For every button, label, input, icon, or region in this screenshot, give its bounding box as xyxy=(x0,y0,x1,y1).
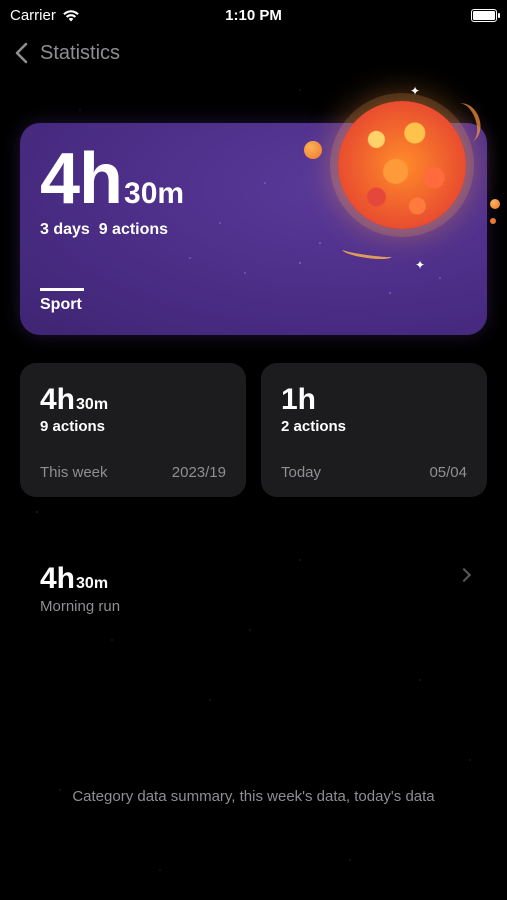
planet-icon xyxy=(338,101,466,229)
week-duration: 4h 30m xyxy=(40,383,108,417)
hero-summary: 3 days 9 actions xyxy=(40,221,169,238)
week-footer: This week 2023/19 xyxy=(40,464,226,481)
small-moon-icon xyxy=(304,141,322,159)
tiny-moon-icon xyxy=(490,199,500,209)
week-actions: 9 actions xyxy=(40,418,106,435)
activity-name: Morning run xyxy=(40,598,121,615)
today-hours: 1h xyxy=(281,383,317,416)
category-hero-card[interactable]: ✦ ✦ 4h 30m 3 days 9 actions Sport xyxy=(20,85,500,335)
sparkle-icon: ✦ xyxy=(410,84,421,98)
battery-icon xyxy=(471,8,500,22)
week-minutes: 30m xyxy=(76,396,109,413)
chevron-left-icon xyxy=(15,42,28,64)
activity-hours: 4h xyxy=(40,562,76,595)
tiny-moon-icon xyxy=(490,218,496,224)
today-actions: 2 actions xyxy=(281,418,347,435)
today-label: Today xyxy=(281,464,322,481)
chevron-right-icon xyxy=(456,567,472,583)
activity-duration: 4h 30m xyxy=(40,562,108,596)
week-number: 2023/19 xyxy=(171,464,226,481)
this-week-card[interactable]: 4h 30m 9 actions This week 2023/19 xyxy=(20,363,246,497)
today-duration: 1h xyxy=(281,383,317,417)
category-label: Sport xyxy=(40,296,82,313)
week-hours: 4h xyxy=(40,383,76,416)
wifi-icon xyxy=(63,9,79,21)
status-left: Carrier xyxy=(10,7,80,24)
nav-back-button[interactable]: Statistics xyxy=(14,36,120,70)
carrier-label: Carrier xyxy=(10,6,56,24)
page-title: Statistics xyxy=(40,41,121,64)
activity-minutes: 30m xyxy=(76,575,109,592)
category-underline xyxy=(40,288,84,291)
activity-row-morning-run[interactable]: 4h 30m Morning run xyxy=(20,556,487,620)
battery-fill xyxy=(473,10,495,20)
hero-hours: 4h xyxy=(40,139,123,219)
status-bar: Carrier 1:10 PM xyxy=(0,0,507,30)
sparkle-icon: ✦ xyxy=(415,258,426,272)
hero-duration: 4h 30m xyxy=(40,143,184,215)
today-date: 05/04 xyxy=(429,464,467,481)
hero-minutes: 30m xyxy=(124,177,185,210)
category-tag: Sport xyxy=(40,288,84,314)
status-time: 1:10 PM xyxy=(225,6,282,24)
footer-note: Category data summary, this week's data,… xyxy=(72,788,435,805)
today-footer: Today 05/04 xyxy=(281,464,467,481)
week-label: This week xyxy=(40,464,108,481)
today-card[interactable]: 1h 2 actions Today 05/04 xyxy=(261,363,487,497)
